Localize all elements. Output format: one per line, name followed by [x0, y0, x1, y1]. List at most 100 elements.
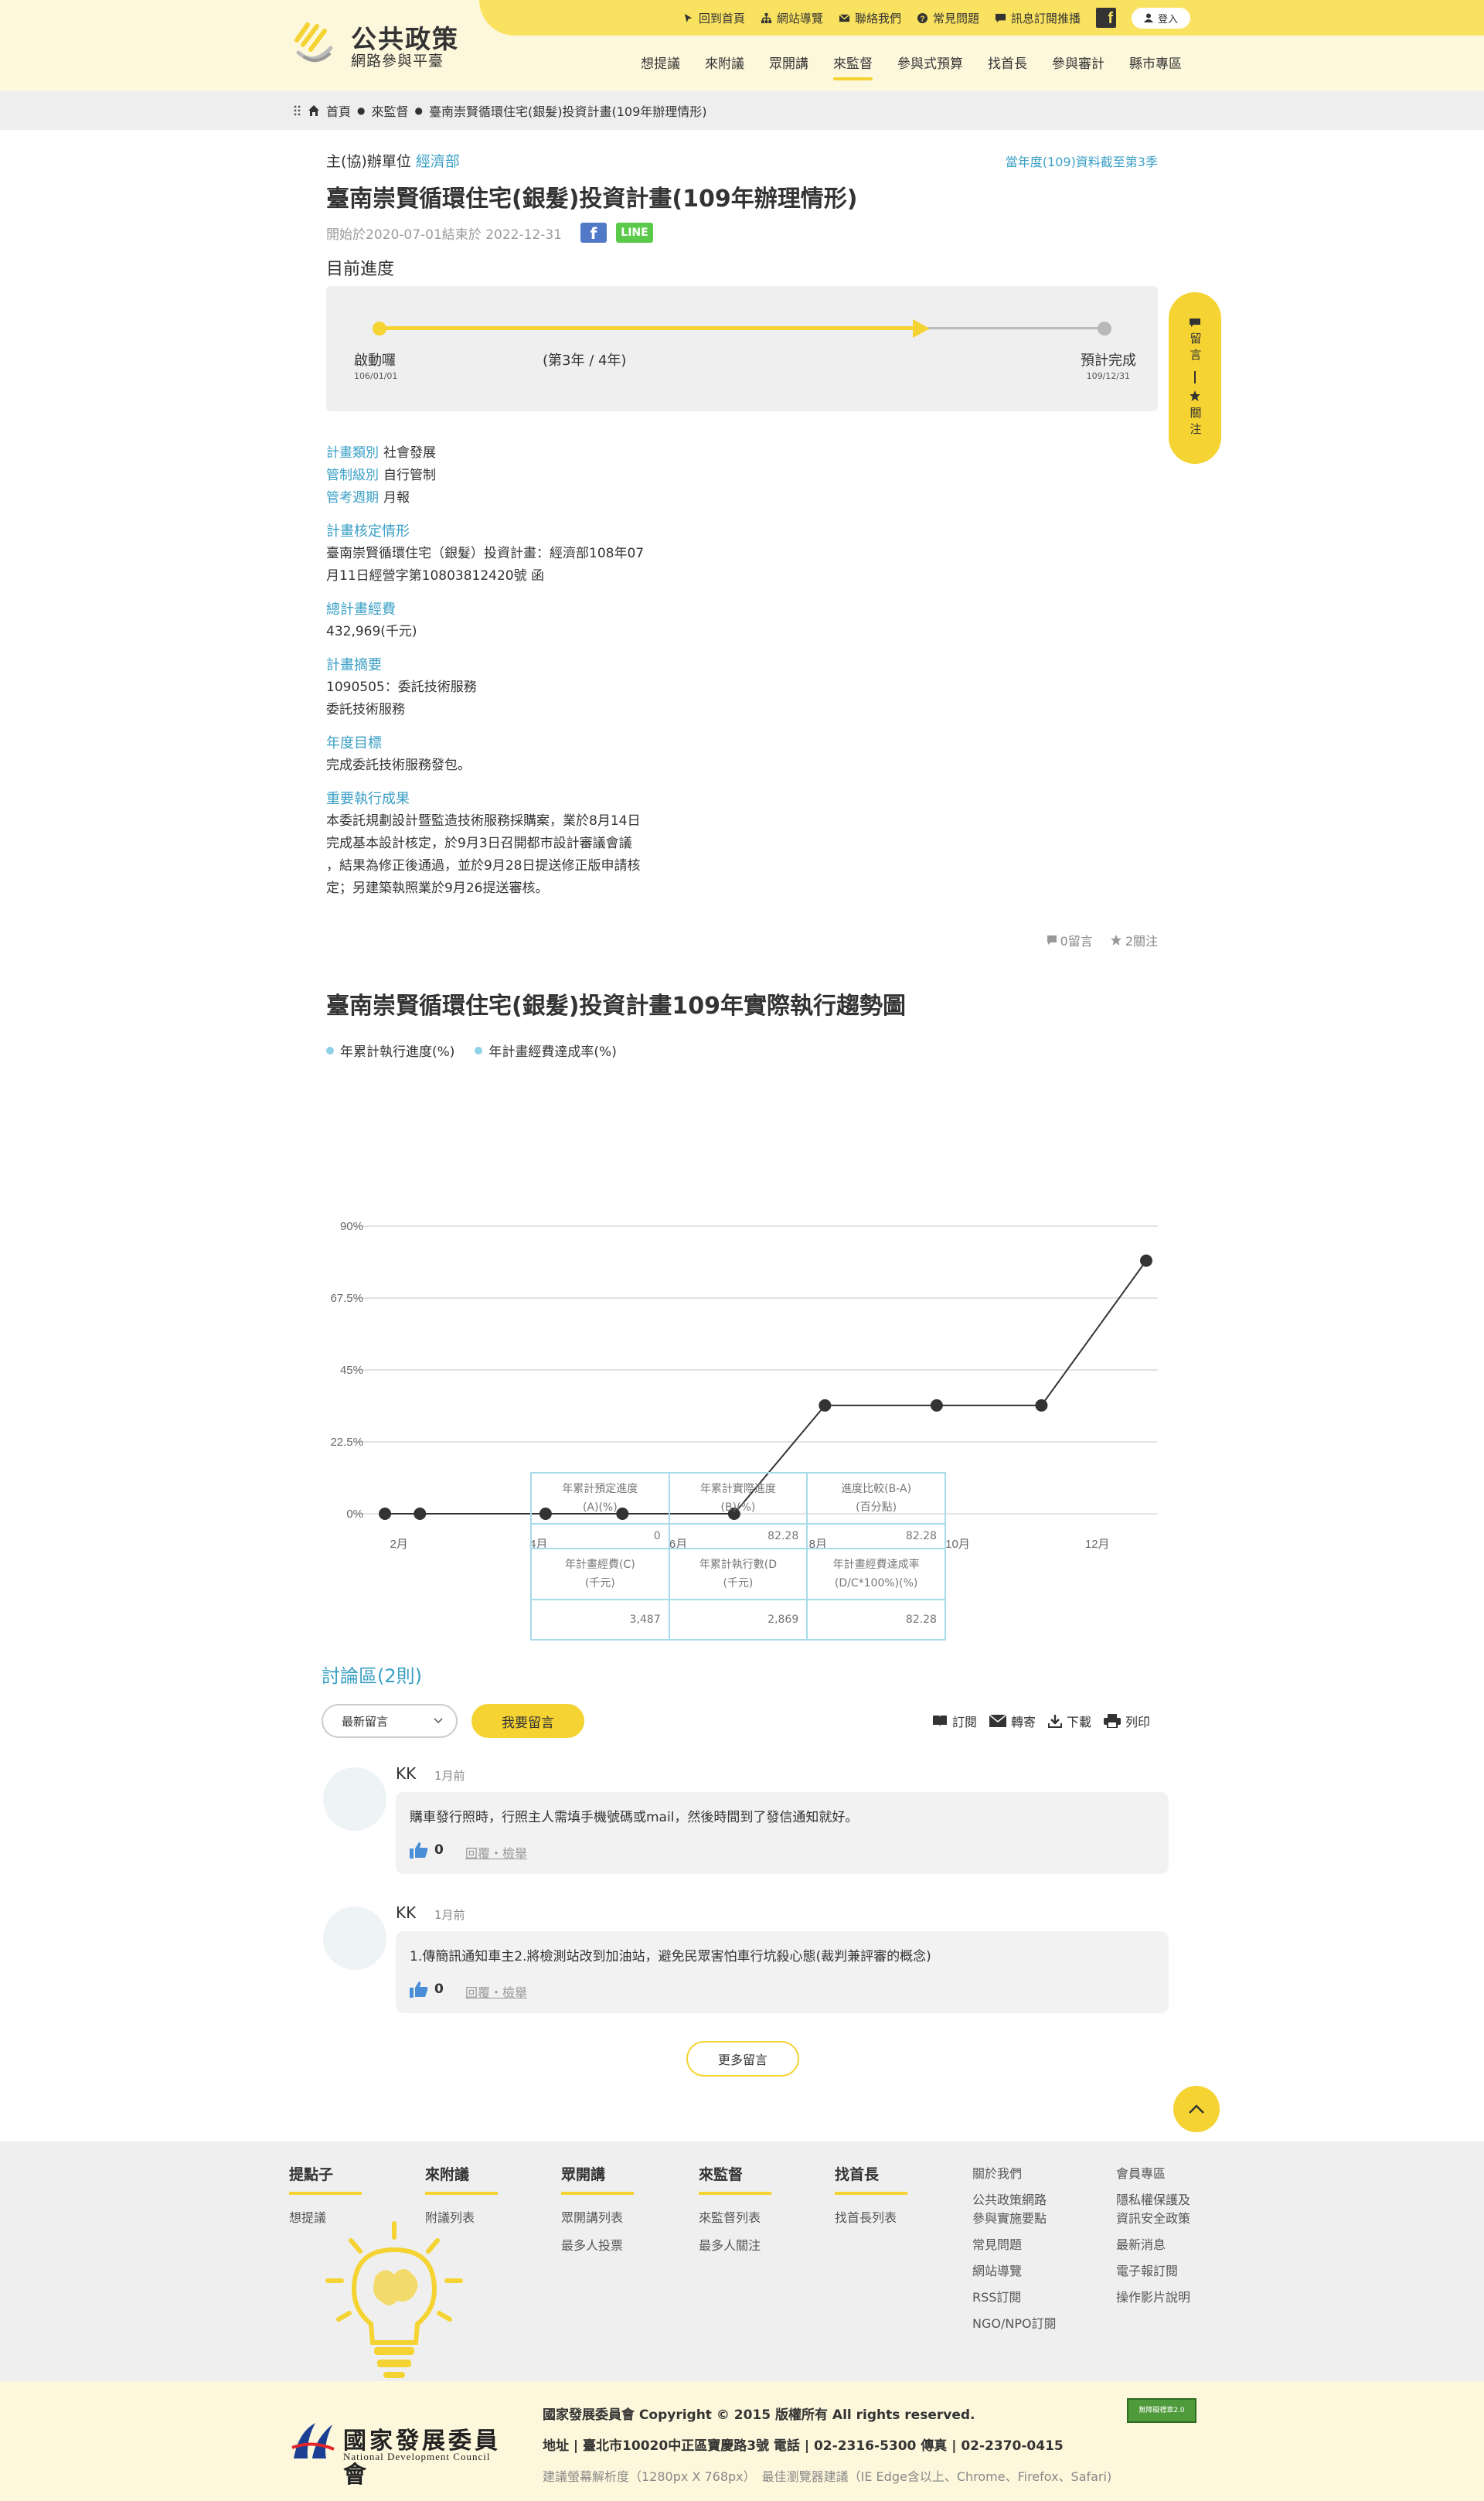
- logo-subtitle: 網路參與平臺: [351, 53, 444, 70]
- nav-discuss[interactable]: 眾開講: [757, 53, 821, 80]
- goal-block: 年度目標 完成委託技術服務發包。: [326, 732, 759, 777]
- subscribe-link[interactable]: 訂閱: [932, 1712, 977, 1730]
- footer-link[interactable]: 電子報訂閱: [1116, 2264, 1178, 2278]
- share-facebook-button[interactable]: f: [580, 223, 607, 243]
- footer-link[interactable]: 最新消息: [1116, 2237, 1166, 2252]
- footer-link[interactable]: 公共政策網路 參與實施要點: [972, 2193, 1047, 2226]
- footer-link[interactable]: 來監督列表: [699, 2210, 761, 2225]
- nav-propose[interactable]: 想提議: [628, 53, 693, 80]
- download-icon: [1047, 1715, 1062, 1728]
- nav-budget[interactable]: 參與式預算: [885, 53, 975, 80]
- y-tick-label: 90%: [340, 1220, 363, 1233]
- user-icon: [1143, 13, 1153, 22]
- progress-fill: [379, 326, 924, 330]
- post-comment-button[interactable]: 我要留言: [471, 1704, 584, 1738]
- book-icon: [932, 1716, 947, 1726]
- print-link[interactable]: 列印: [1103, 1712, 1150, 1730]
- thumbs-up-icon: [410, 1981, 428, 1998]
- breadcrumb-supervise[interactable]: 來監督: [372, 101, 409, 120]
- footer-link[interactable]: 關於我們: [972, 2166, 1022, 2181]
- footer-link[interactable]: 網站導覽: [972, 2264, 1022, 2278]
- chevron-up-icon: [1189, 2104, 1204, 2114]
- nav-audit[interactable]: 參與審計: [1040, 53, 1117, 80]
- footer-link[interactable]: 隱私權保護及 資訊安全政策: [1116, 2193, 1190, 2226]
- ndc-mark-icon: [291, 2423, 335, 2458]
- toplink-faq[interactable]: ? 常見問題: [917, 10, 979, 26]
- follow-count: 2關注: [1110, 931, 1158, 949]
- footer-link[interactable]: 眾開講列表: [561, 2210, 623, 2225]
- share-line-button[interactable]: LINE: [616, 223, 653, 243]
- footer-link[interactable]: 操作影片說明: [1116, 2290, 1190, 2305]
- footer-link[interactable]: 找首長列表: [835, 2210, 897, 2225]
- nav-supervise[interactable]: 來監督: [821, 53, 885, 80]
- date-range: 開始於2020-07-01結束於 2022-12-31 f LINE: [326, 223, 653, 243]
- discussion-title: 討論區(2則): [322, 1665, 422, 1687]
- data-through: 當年度(109)資料截至第3季: [1005, 155, 1158, 169]
- x-tick-label: 2月: [390, 1538, 407, 1551]
- y-tick-label: 0%: [346, 1508, 363, 1521]
- legend-dot: [475, 1046, 483, 1055]
- ndc-logo: 國家發展委員會 National Development Council: [289, 2417, 521, 2489]
- like-button[interactable]: 0: [410, 1981, 444, 1998]
- org-link[interactable]: 經濟部: [416, 153, 460, 170]
- float-comment-button[interactable]: 留言: [1189, 332, 1203, 365]
- download-link[interactable]: 下載: [1047, 1712, 1091, 1730]
- reply-report-links[interactable]: 回覆・檢舉: [465, 1843, 527, 1862]
- question-icon: ?: [917, 12, 928, 23]
- nav-heads[interactable]: 找首長: [975, 53, 1040, 80]
- footer-link[interactable]: NGO/NPO訂閱: [972, 2316, 1057, 2331]
- footer-link[interactable]: 會員專區: [1116, 2166, 1166, 2181]
- sort-select[interactable]: 最新留言: [322, 1704, 458, 1738]
- like-button[interactable]: 0: [410, 1842, 444, 1859]
- nav-counties[interactable]: 縣市專區: [1117, 53, 1194, 80]
- footer-col-heads: 找首長 找首長列表: [835, 2163, 907, 2232]
- sitemap-icon: [761, 12, 771, 23]
- toplink-sitemap[interactable]: 網站導覽: [761, 10, 823, 26]
- thumbs-up-icon: [410, 1842, 428, 1859]
- progress-timeline: 啟動囉 106/01/01 (第3年 / 4年) 預計完成 109/12/31: [326, 286, 1158, 411]
- legend-item[interactable]: 年計畫經費達成率(%): [475, 1041, 617, 1060]
- more-comments-button[interactable]: 更多留言: [686, 2041, 799, 2077]
- result-title: 重要執行成果: [326, 791, 410, 807]
- breadcrumb-home[interactable]: 首頁: [326, 101, 351, 120]
- footer-link[interactable]: 最多人關注: [699, 2238, 761, 2253]
- table-cell: 2,869: [668, 1599, 808, 1641]
- footer-link[interactable]: RSS訂閱: [972, 2290, 1021, 2305]
- data-point: [379, 1508, 392, 1520]
- printer-icon: [1103, 1714, 1121, 1728]
- comment-author: KK: [396, 1764, 417, 1783]
- toplink-home[interactable]: 回到首頁: [682, 10, 745, 26]
- accessibility-badge[interactable]: 無障礙標章2.0: [1127, 2398, 1196, 2423]
- legend-dot: [326, 1046, 334, 1055]
- forward-link[interactable]: 轉寄: [989, 1712, 1036, 1730]
- breadcrumb-separator: ●: [357, 105, 366, 116]
- login-button[interactable]: 登入: [1131, 7, 1190, 29]
- float-follow-button[interactable]: 關注: [1189, 407, 1203, 439]
- footer-col-title: 提點子: [289, 2163, 362, 2195]
- comment-text: 購車發行照時，行照主人需填手機號碼或mail，然後時間到了發信通知就好。: [410, 1810, 859, 1825]
- reply-report-links[interactable]: 回覆・檢舉: [465, 1982, 527, 2001]
- back-to-top-button[interactable]: [1173, 2086, 1220, 2132]
- legend-item[interactable]: 年累計執行進度(%): [326, 1041, 454, 1060]
- comment-bubble: 購車發行照時，行照主人需填手機號碼或mail，然後時間到了發信通知就好。 0 回…: [396, 1792, 1169, 1874]
- toplink-contact[interactable]: 聯絡我們: [839, 10, 901, 26]
- footer-links-member: 會員專區 隱私權保護及 資訊安全政策 最新消息 電子報訂閱 操作影片說明: [1116, 2165, 1190, 2315]
- footer-link[interactable]: 常見問題: [972, 2237, 1022, 2252]
- x-tick-label: 12月: [1085, 1538, 1110, 1551]
- result-line: 本委託規劃設計暨監造技術服務採購案，業於8月14日: [326, 813, 641, 829]
- nav-second[interactable]: 來附議: [693, 53, 757, 80]
- facebook-icon[interactable]: f: [1095, 8, 1116, 28]
- address-text: 地址 | 臺北市10020中正區寶慶路3號 電話 | 02-2316-5300 …: [543, 2438, 1064, 2454]
- data-point: [414, 1508, 427, 1520]
- site-logo[interactable]: 公共政策 網路參與平臺: [291, 19, 461, 70]
- progress-arrow: [913, 319, 930, 338]
- progress-start-dot: [373, 322, 386, 336]
- category-label: 計畫類別: [326, 445, 379, 461]
- comment-count: 0留言: [1047, 931, 1093, 949]
- budget-value: 432,969(千元): [326, 624, 417, 639]
- progress-start-label: 啟動囉: [354, 353, 396, 369]
- discussion-section: 討論區(2則) 最新留言 我要留言 訂閱 轉寄 下載 列印 KK 1月前 購車發…: [322, 1661, 1172, 2013]
- result-line: 完成基本設計核定，於9月3日召開都市設計審議會議: [326, 836, 632, 851]
- footer-link[interactable]: 最多人投票: [561, 2238, 623, 2253]
- toplink-subscribe[interactable]: 訊息訂閱推播: [995, 10, 1081, 26]
